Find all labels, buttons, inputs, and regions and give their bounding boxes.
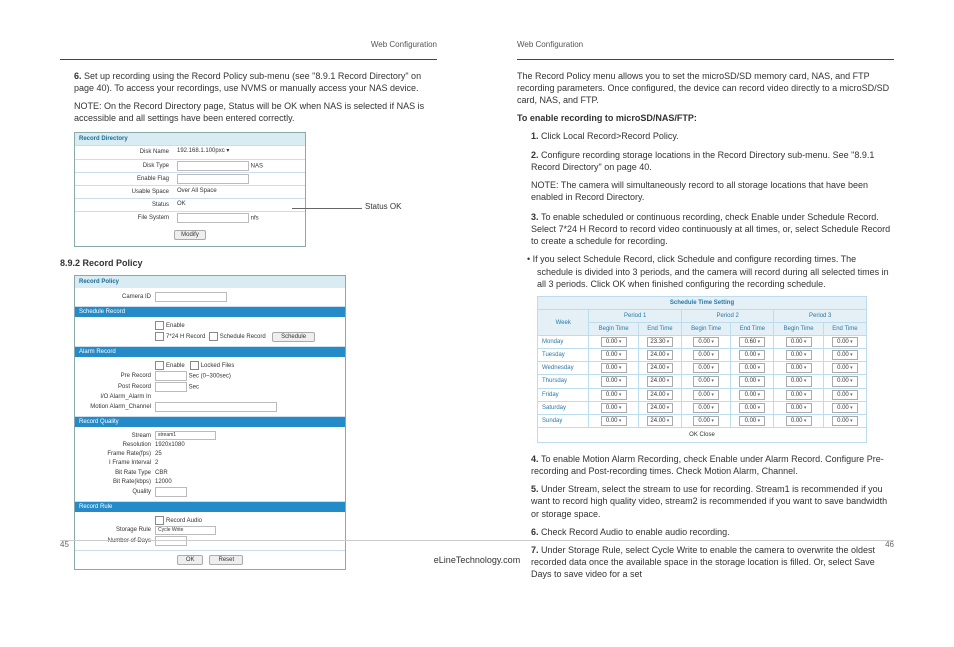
- page-number-left: 45: [60, 540, 69, 549]
- step-2: 2. Configure recording storage locations…: [517, 149, 894, 173]
- step-5: 5. Under Stream, select the stream to us…: [517, 483, 894, 519]
- schedule-table: Schedule Time Setting Week Period 1 Peri…: [537, 296, 867, 443]
- header-rule: [60, 59, 437, 60]
- step-4: 4. To enable Motion Alarm Recording, che…: [517, 453, 894, 477]
- heading-record-policy: 8.9.2 Record Policy: [60, 257, 437, 269]
- callout-line: [292, 208, 362, 209]
- callout-status-ok: Status OK: [365, 202, 401, 213]
- page-header-left: Web Configuration: [60, 40, 437, 51]
- step-3-bullet: If you select Schedule Record, click Sch…: [517, 253, 894, 289]
- note-nas: NOTE: On the Record Directory page, Stat…: [60, 100, 437, 124]
- enable-heading: To enable recording to microSD/NAS/FTP:: [517, 112, 894, 124]
- intro-text: The Record Policy menu allows you to set…: [517, 70, 894, 106]
- footer-rule: [60, 540, 894, 541]
- modify-button: Modify: [174, 230, 206, 240]
- note-simultaneous: NOTE: The camera will simultaneously rec…: [517, 179, 894, 203]
- footer-site: eLineTechnology.com: [0, 555, 954, 565]
- fig1-title: Record Directory: [75, 133, 305, 145]
- step-3: 3. To enable scheduled or continuous rec…: [517, 211, 894, 247]
- figure-record-policy: Record Policy Camera ID Schedule Record …: [74, 275, 346, 570]
- page-number-right: 46: [885, 540, 894, 549]
- step-1: 1. Click Local Record>Record Policy.: [517, 130, 894, 142]
- figure-record-directory: Record Directory Disk Name192.168.1.100p…: [74, 132, 306, 247]
- header-rule-r: [517, 59, 894, 60]
- step-6r: 6. Check Record Audio to enable audio re…: [517, 526, 894, 538]
- page-header-right: Web Configuration: [517, 40, 894, 51]
- step-6: 6. Set up recording using the Record Pol…: [60, 70, 437, 94]
